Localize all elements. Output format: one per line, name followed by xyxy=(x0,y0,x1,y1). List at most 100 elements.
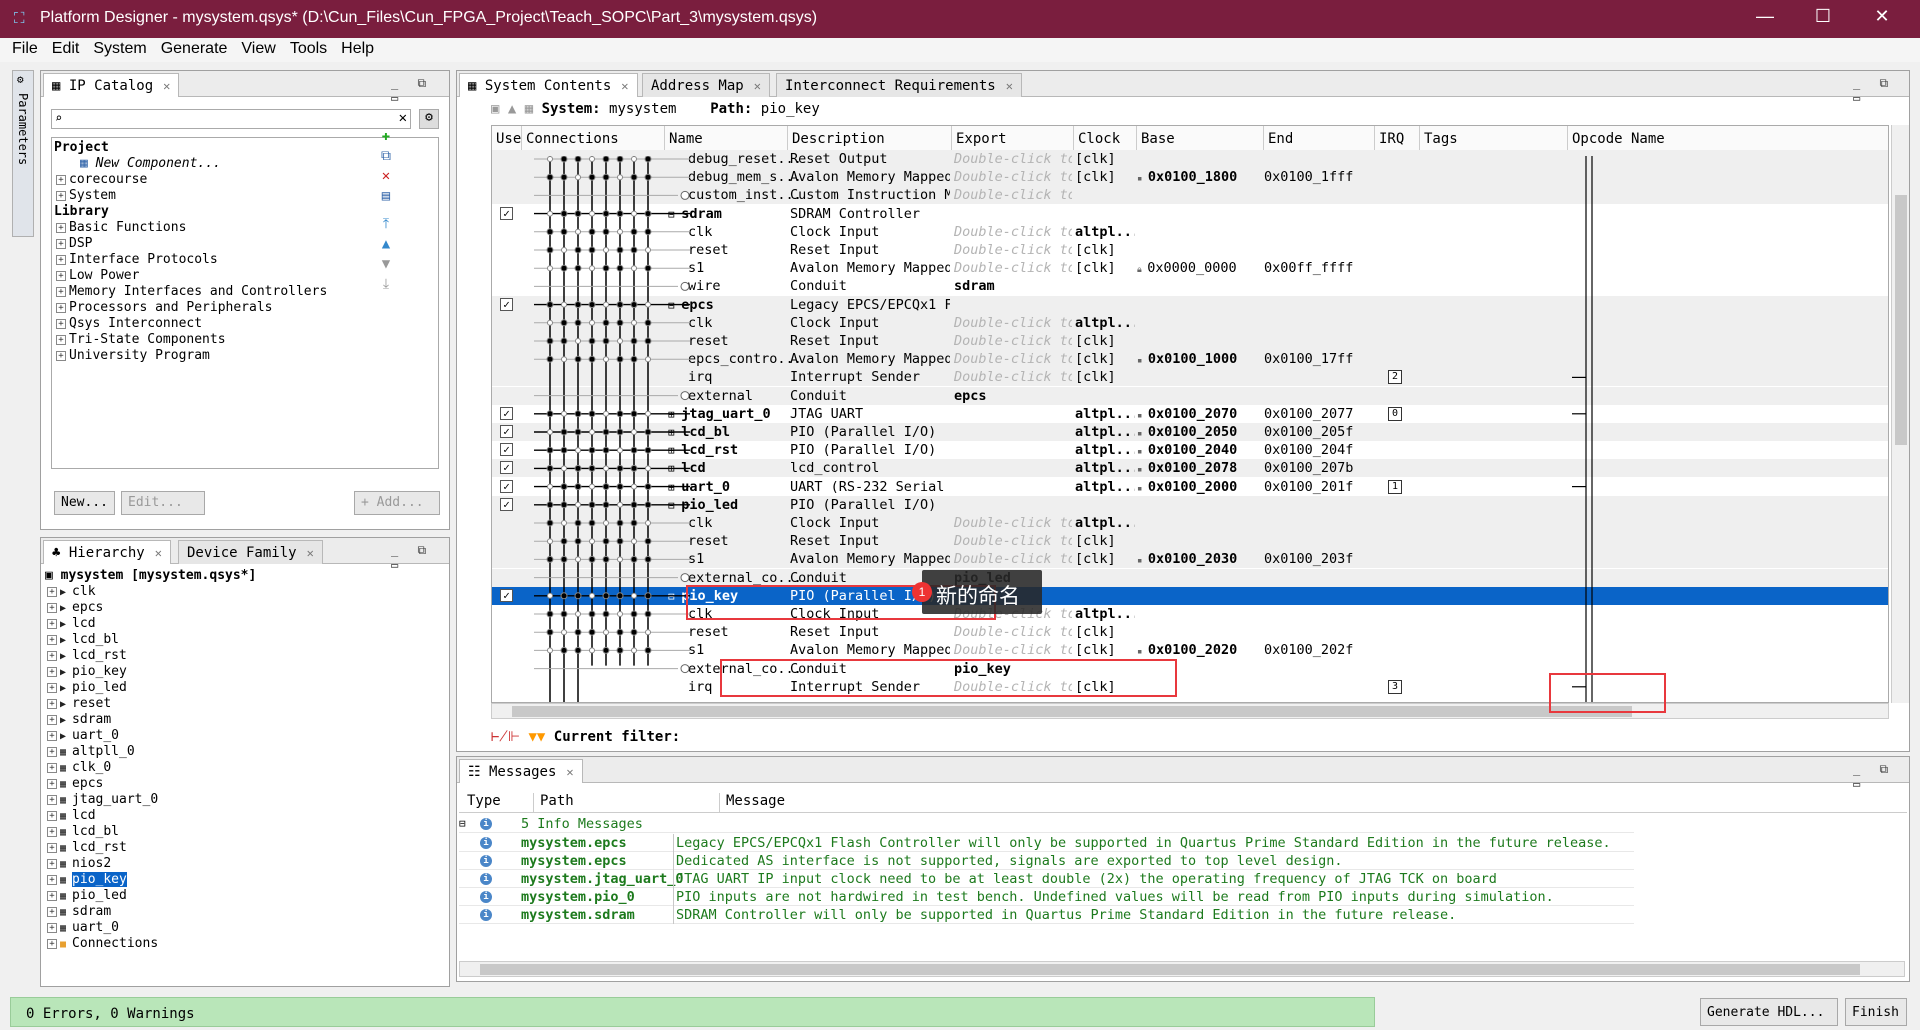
connection-dot[interactable] xyxy=(560,501,568,509)
connection-dot[interactable] xyxy=(616,519,624,527)
connection-dot[interactable] xyxy=(645,301,651,308)
connection-dot[interactable] xyxy=(644,483,652,491)
expand-icon[interactable]: + xyxy=(47,650,57,661)
parameters-label[interactable]: Parameters xyxy=(16,93,30,165)
connection-dot[interactable] xyxy=(616,464,624,472)
connection-dot[interactable] xyxy=(547,647,553,654)
irq-number[interactable]: 1 xyxy=(1388,479,1402,494)
library-item[interactable]: + Processors and Peripherals xyxy=(56,300,273,316)
connection-dot[interactable] xyxy=(560,610,568,618)
base-cell[interactable]: ▪ 0x0100_2070 xyxy=(1137,405,1262,425)
library-item[interactable]: + Tri-State Components xyxy=(56,332,226,348)
connection-dot[interactable] xyxy=(644,537,652,545)
clock-cell[interactable]: [clk] xyxy=(1075,368,1135,386)
hierarchy-root[interactable]: ▣ mysystem [mysystem.qsys*] xyxy=(45,568,256,584)
close-icon[interactable]: ✕ xyxy=(754,79,761,93)
close-icon[interactable]: ✕ xyxy=(566,765,573,779)
connection-dot[interactable] xyxy=(630,555,638,563)
hierarchy-item[interactable]: + ▶ clk xyxy=(47,584,96,601)
tab-system-contents[interactable]: ▦ System Contents ✕ xyxy=(459,73,638,97)
connection-dot[interactable] xyxy=(602,610,610,618)
use-checkbox[interactable]: ✓ xyxy=(500,406,513,420)
col-message[interactable]: Message xyxy=(719,793,785,813)
use-checkbox[interactable]: ✓ xyxy=(500,479,513,493)
use-checkbox[interactable]: ✓ xyxy=(500,206,513,220)
maximize-button[interactable]: ☐ xyxy=(1803,6,1843,27)
connection-dot[interactable] xyxy=(574,628,582,636)
connection-dot[interactable] xyxy=(588,355,596,363)
search-input[interactable]: ⌕ ✕ xyxy=(51,109,411,129)
clock-cell[interactable]: altpl... xyxy=(1075,405,1135,423)
base-cell[interactable]: ▪ 0x0100_2000 xyxy=(1137,478,1262,498)
new-button[interactable]: New... xyxy=(54,491,115,515)
export-cell[interactable]: Double-click to xyxy=(952,532,1072,550)
expand-icon[interactable]: + xyxy=(47,858,57,869)
move-down-icon[interactable]: ▼ xyxy=(379,256,393,272)
connection-dot[interactable] xyxy=(546,410,554,418)
project-item[interactable]: + corecourse xyxy=(56,172,147,188)
clock-cell[interactable]: altpl... xyxy=(1075,478,1135,496)
use-checkbox[interactable]: ✓ xyxy=(500,297,513,311)
connection-dot[interactable] xyxy=(631,210,637,217)
clock-cell[interactable]: [clk] xyxy=(1075,241,1135,259)
connection-dot[interactable] xyxy=(631,483,637,490)
connection-dot[interactable] xyxy=(644,337,652,345)
connection-dot[interactable] xyxy=(588,173,596,181)
clock-cell[interactable]: altpl... xyxy=(1075,459,1135,477)
unlock-icon[interactable]: ▪ xyxy=(1137,174,1148,184)
finish-button[interactable]: Finish xyxy=(1845,998,1907,1026)
remove-icon[interactable]: ✕ xyxy=(379,168,393,184)
hierarchy-item[interactable]: + ▦ altpll_0 xyxy=(47,744,135,761)
connection-dot[interactable] xyxy=(575,174,581,181)
connection-dot[interactable] xyxy=(560,210,568,218)
connection-dot[interactable] xyxy=(616,246,624,254)
connection-dot[interactable] xyxy=(602,210,610,218)
col-use[interactable]: Use xyxy=(492,126,522,152)
connection-dot[interactable] xyxy=(546,446,554,454)
expand-icon[interactable]: + xyxy=(56,302,66,313)
col-description[interactable]: Description xyxy=(788,126,952,152)
col-name[interactable]: Name xyxy=(665,126,788,152)
expand-icon[interactable]: + xyxy=(47,778,57,789)
export-cell[interactable]: sdram xyxy=(952,277,1072,295)
connection-dot[interactable] xyxy=(603,520,609,526)
export-port[interactable] xyxy=(680,281,690,291)
expand-icon[interactable]: + xyxy=(47,602,57,613)
connection-dot[interactable] xyxy=(561,356,567,363)
connection-dot[interactable] xyxy=(617,447,623,454)
clock-cell[interactable]: altpl... xyxy=(1075,314,1135,332)
expand-icon[interactable]: + xyxy=(47,810,57,821)
connection-dot[interactable] xyxy=(589,483,595,490)
col-connections[interactable]: Connections xyxy=(522,126,665,152)
hierarchy-item[interactable]: + ▶ sdram xyxy=(47,712,111,729)
connection-dot[interactable] xyxy=(546,173,554,181)
library-item[interactable]: + University Program xyxy=(56,348,210,364)
connection-dot[interactable] xyxy=(561,410,567,417)
connection-dot[interactable] xyxy=(644,610,652,618)
connection-dot[interactable] xyxy=(588,464,596,472)
clock-cell[interactable]: altpl... xyxy=(1075,441,1135,459)
col-opcode-name[interactable]: Opcode Name xyxy=(1568,126,1888,152)
connection-dot[interactable] xyxy=(588,301,596,309)
clock-cell[interactable]: altpl... xyxy=(1075,514,1135,532)
move-top-icon[interactable]: ⤒ xyxy=(379,216,393,232)
connection-dot[interactable] xyxy=(631,538,637,545)
connection-dot[interactable] xyxy=(575,501,581,508)
expand-icon[interactable]: + xyxy=(56,222,66,233)
connection-dot[interactable] xyxy=(617,174,623,181)
tab-ip-catalog[interactable]: ▦ IP Catalog ✕ xyxy=(43,73,180,97)
connection-dot[interactable] xyxy=(616,156,624,163)
hierarchy-item[interactable]: + ▶ uart_0 xyxy=(47,728,119,745)
nav-back-icon[interactable]: ▣ ▲ ▦ xyxy=(491,101,542,117)
connection-dot[interactable] xyxy=(630,464,638,472)
export-cell[interactable]: Double-click to xyxy=(952,332,1072,350)
connection-dot[interactable] xyxy=(630,355,638,363)
connection-dot[interactable] xyxy=(602,228,610,236)
hierarchy-item[interactable]: + ▦ epcs xyxy=(47,776,103,793)
connection-dot[interactable] xyxy=(561,465,567,472)
export-cell[interactable]: Double-click to xyxy=(952,641,1072,659)
connection-dot[interactable] xyxy=(617,228,623,235)
connection-dot[interactable] xyxy=(588,337,596,345)
hscroll-thumb[interactable] xyxy=(512,706,1632,717)
connection-dot[interactable] xyxy=(560,319,568,327)
